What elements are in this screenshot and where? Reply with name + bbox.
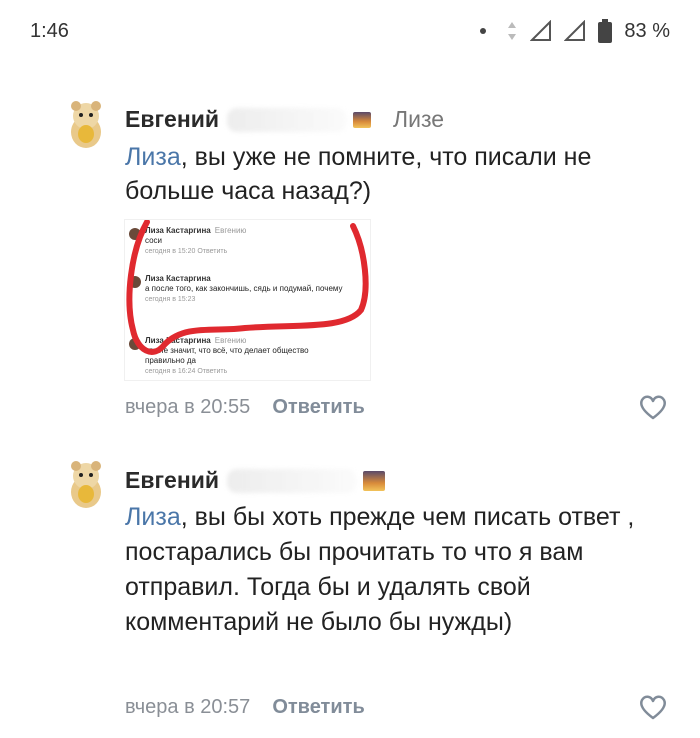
comment-meta: вчера в 20:55 Ответить [125, 396, 365, 419]
battery-icon [598, 19, 613, 43]
avatar[interactable] [64, 98, 108, 150]
mention-link[interactable]: Лиза [125, 143, 181, 171]
status-icons: 83 % [480, 19, 670, 43]
heart-icon[interactable] [638, 693, 668, 721]
reply-to-label[interactable]: Лизе [393, 106, 444, 133]
comment-text: Лиза, вы бы хоть прежде чем писать ответ… [125, 500, 645, 640]
comment-body: , вы уже не помните, что писали не больш… [125, 143, 592, 205]
comment-text: Лиза, вы уже не помните, что писали не б… [125, 140, 645, 208]
data-arrows-icon [506, 21, 518, 41]
avatar[interactable] [64, 458, 108, 510]
heart-icon[interactable] [638, 393, 668, 421]
battery-percent: 83 % [624, 19, 670, 42]
emoji-icon [363, 470, 386, 491]
comment-time: вчера в 20:57 [125, 696, 251, 718]
emoji-icon [353, 111, 372, 128]
signal-icon [564, 20, 586, 42]
notification-dot-icon [480, 28, 487, 34]
attached-screenshot[interactable]: Лиза Кастаргина Евгению соси сегодня в 15… [125, 220, 370, 380]
comment-time: вчера в 20:55 [125, 396, 251, 418]
mention-link[interactable]: Лиза [125, 503, 181, 531]
signal-icon [530, 20, 552, 42]
red-highlight-scribble [126, 220, 369, 355]
author-name-redacted [227, 107, 348, 132]
author-name[interactable]: Евгений [125, 106, 219, 133]
reply-button[interactable]: Ответить [272, 396, 364, 419]
comment-body: , вы бы хоть прежде чем писать ответ , п… [125, 503, 635, 636]
reply-button[interactable]: Ответить [272, 696, 364, 719]
author-name[interactable]: Евгений [125, 467, 219, 494]
comment-meta: вчера в 20:57 Ответить [125, 696, 365, 719]
author-name-redacted [227, 468, 358, 493]
status-time: 1:46 [30, 19, 69, 42]
comment-author[interactable]: Евгений [125, 467, 386, 494]
comment-author[interactable]: Евгений Лизе [125, 106, 444, 133]
status-bar: 1:46 83 % [0, 0, 700, 62]
